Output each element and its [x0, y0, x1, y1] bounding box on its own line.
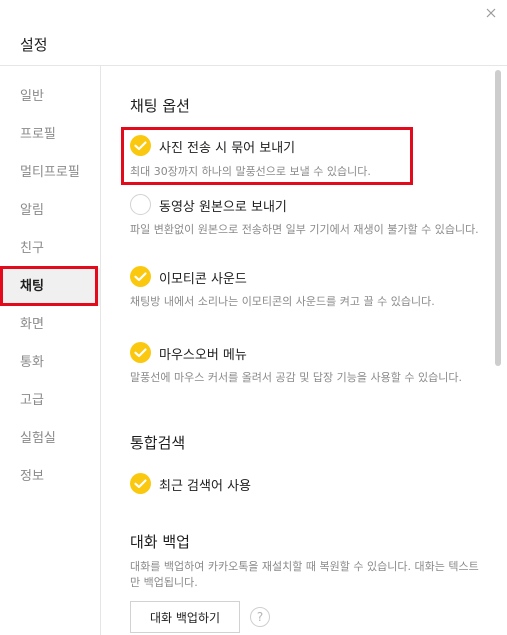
option-description: 파일 변환없이 원본으로 전송하면 일부 기기에서 재생이 불가할 수 있습니다… — [130, 223, 479, 236]
scrollbar-thumb[interactable] — [495, 70, 501, 366]
option-label: 사진 전송 시 묶어 보내기 — [159, 141, 296, 156]
backup-description: 대화를 백업하여 카카오톡을 재설치할 때 복원할 수 있습니다. 대화는 텍스… — [130, 560, 479, 589]
section-title-chat-options: 채팅 옵션 — [130, 97, 190, 115]
option-label: 최근 검색어 사용 — [159, 479, 251, 494]
sidebar-item-multiprofile[interactable]: 멀티프로필 — [0, 154, 100, 192]
close-icon — [486, 8, 496, 18]
sidebar-item-friends[interactable]: 친구 — [0, 230, 100, 268]
option-description: 말풍선에 마우스 커서를 올려서 공감 및 답장 기능을 사용할 수 있습니다. — [130, 371, 462, 384]
section-title-backup: 대화 백업 — [130, 533, 190, 551]
checkbox-checked-icon[interactable] — [130, 342, 151, 363]
checkbox-unchecked-icon[interactable] — [130, 194, 151, 215]
sidebar-item-screen[interactable]: 화면 — [0, 306, 100, 344]
option-label: 마우스오버 메뉴 — [159, 348, 247, 363]
help-icon[interactable]: ? — [250, 607, 270, 627]
sidebar-item-call[interactable]: 통화 — [0, 344, 100, 382]
sidebar-item-general[interactable]: 일반 — [0, 78, 100, 116]
checkbox-checked-icon[interactable] — [130, 266, 151, 287]
sidebar-item-labs[interactable]: 실험실 — [0, 420, 100, 458]
checkbox-checked-icon[interactable] — [130, 135, 151, 156]
backup-button[interactable]: 대화 백업하기 — [130, 601, 240, 633]
sidebar-item-info[interactable]: 정보 — [0, 458, 100, 496]
window-title: 설정 — [20, 36, 48, 54]
close-button[interactable] — [481, 3, 501, 23]
settings-content: 채팅 옵션 사진 전송 시 묶어 보내기 최대 30장까지 하나의 말풍선으로 … — [101, 66, 507, 635]
checkbox-checked-icon[interactable] — [130, 473, 151, 494]
option-label: 동영상 원본으로 보내기 — [159, 200, 287, 215]
option-description: 최대 30장까지 하나의 말풍선으로 보낼 수 있습니다. — [130, 165, 371, 178]
sidebar-item-advanced[interactable]: 고급 — [0, 382, 100, 420]
sidebar-item-notifications[interactable]: 알림 — [0, 192, 100, 230]
section-title-integrated-search: 통합검색 — [130, 434, 186, 452]
sidebar-item-chat[interactable]: 채팅 — [0, 268, 100, 306]
option-description: 채팅방 내에서 소리나는 이모티콘의 사운드를 켜고 끌 수 있습니다. — [130, 295, 435, 308]
sidebar: 일반 프로필 멀티프로필 알림 친구 채팅 화면 통화 고급 실험실 정보 — [0, 66, 101, 635]
sidebar-item-profile[interactable]: 프로필 — [0, 116, 100, 154]
option-label: 이모티콘 사운드 — [159, 272, 247, 287]
settings-header: 설정 — [0, 0, 507, 66]
